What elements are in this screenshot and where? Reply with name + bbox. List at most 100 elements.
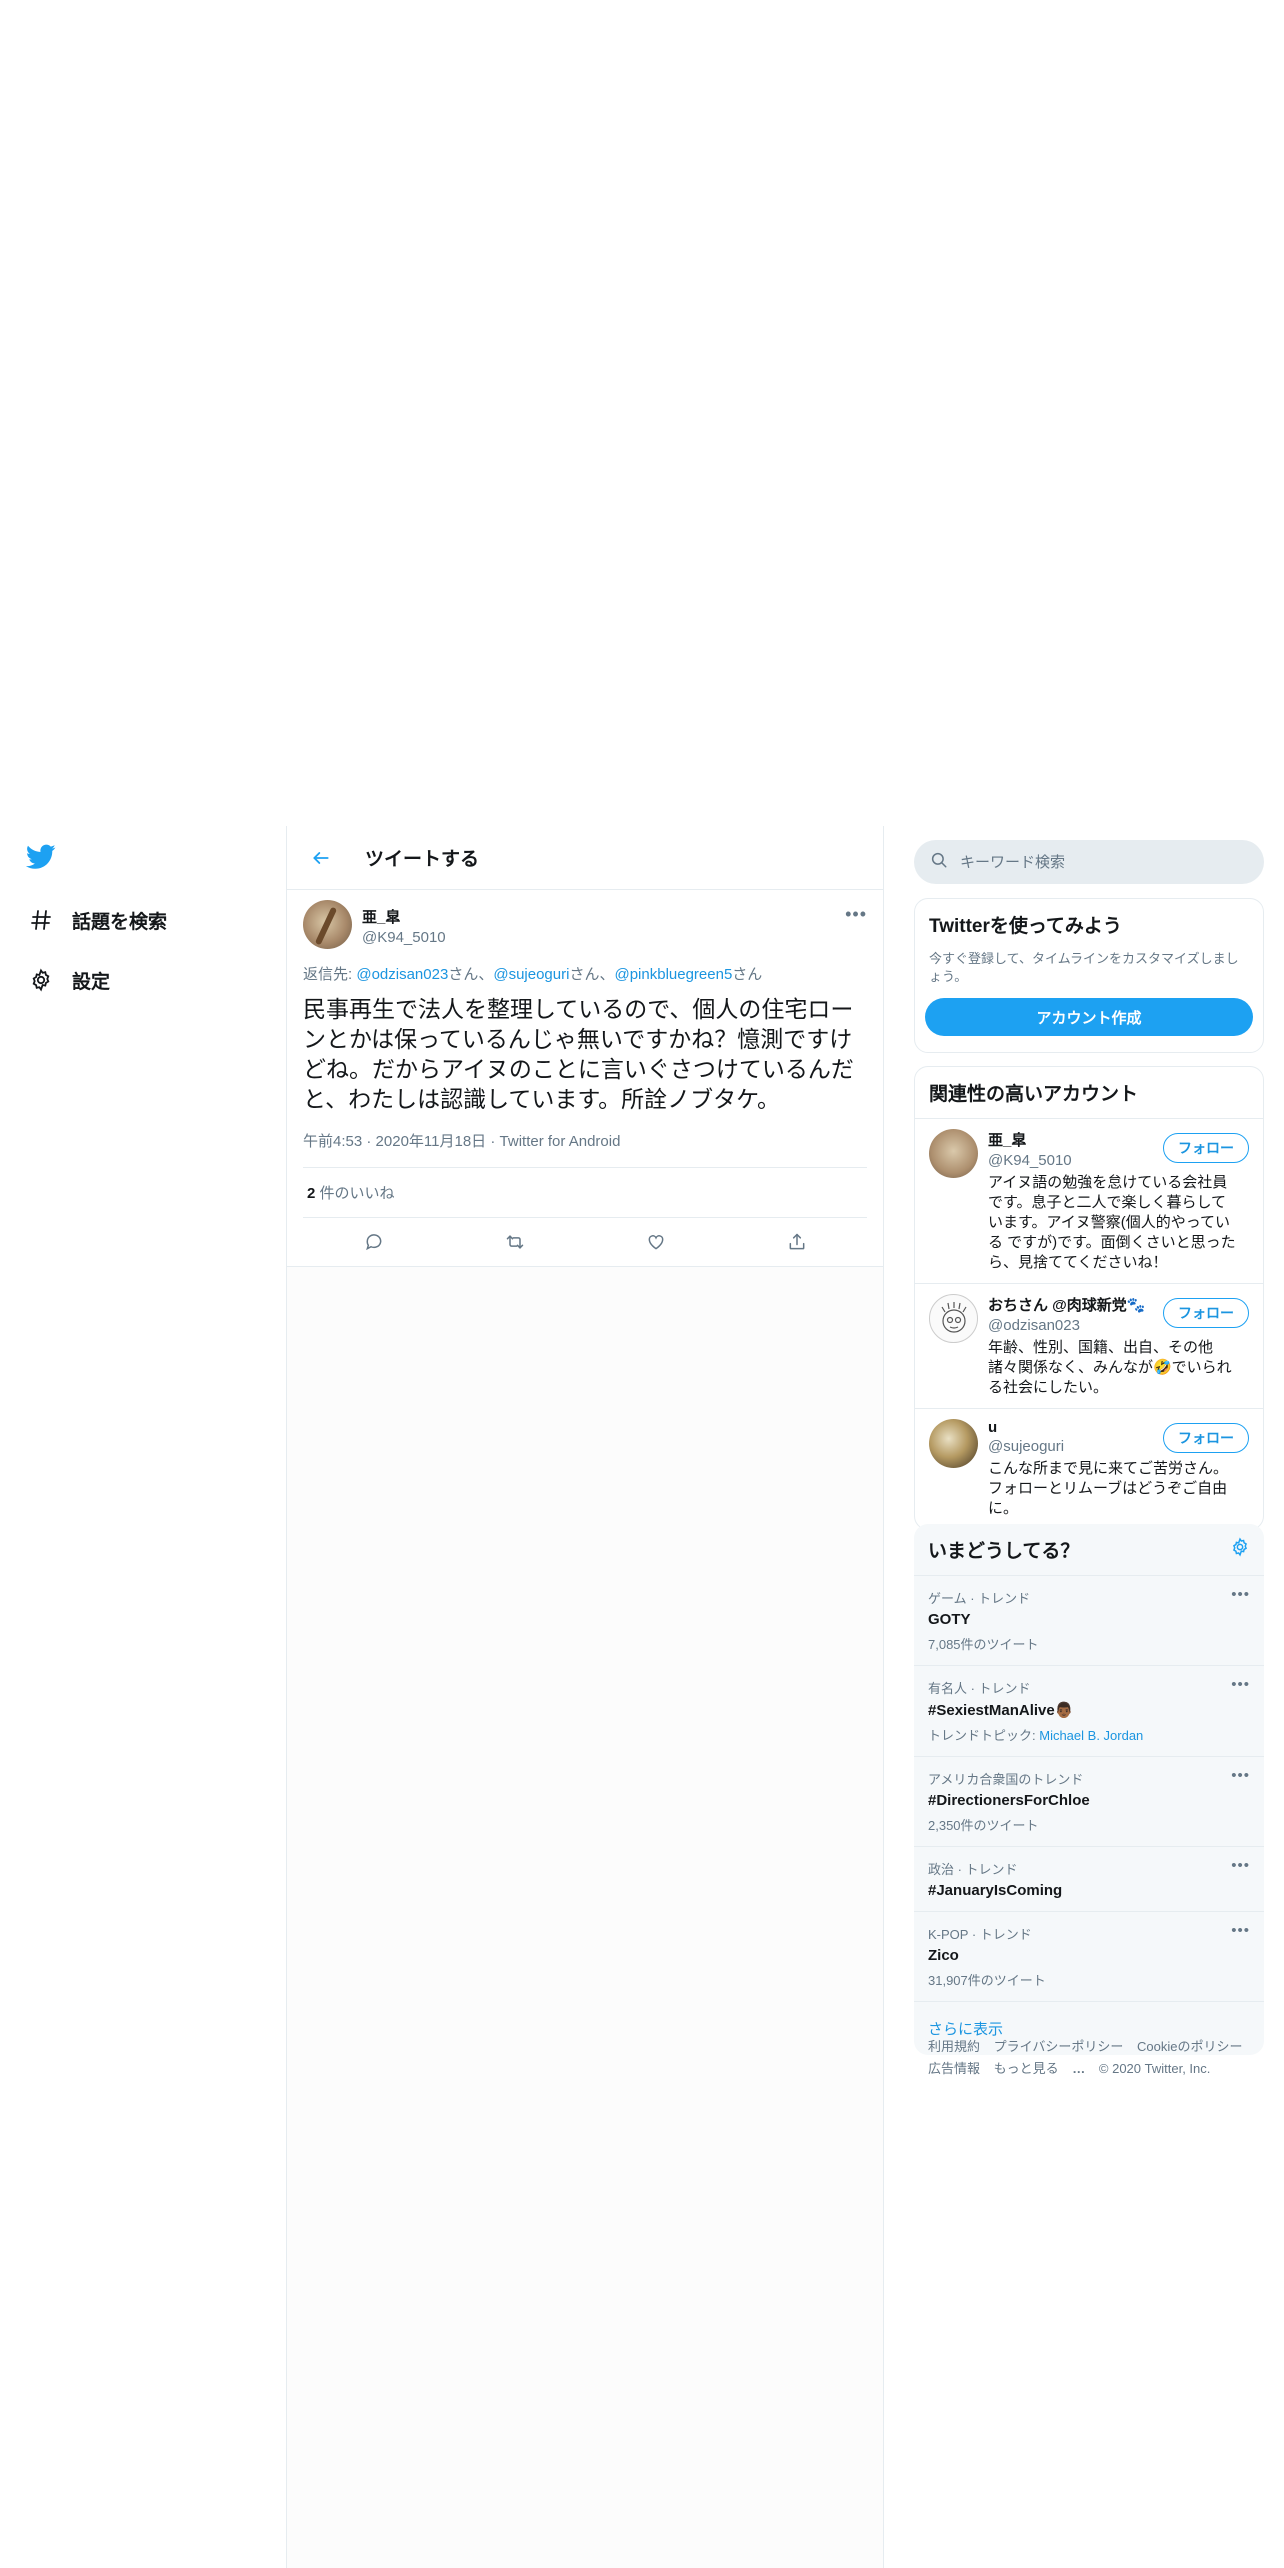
hashtag-icon bbox=[26, 905, 56, 935]
trends-panel: いまどうしてる？ ゲーム · トレンド GOTY 7,085件のツイート •••… bbox=[914, 1524, 1264, 2055]
signup-card: Twitterを使ってみよう 今すぐ登録して、タイムラインをカスタマイズしましょ… bbox=[914, 898, 1264, 1053]
account-row[interactable]: 亜_皐 @K94_5010 アイヌ語の勉強を怠けている会社員です。息子と二人で楽… bbox=[915, 1118, 1263, 1283]
mention-suffix: さん bbox=[569, 966, 600, 983]
nav-explore[interactable]: 話題を検索 bbox=[26, 896, 167, 944]
footer-link[interactable]: Cookieのポリシー bbox=[1137, 2039, 1242, 2054]
trend-count: 7,085件のツイート bbox=[928, 1637, 1039, 1652]
back-arrow-icon[interactable] bbox=[299, 836, 343, 880]
search-input[interactable] bbox=[960, 853, 1230, 871]
author-info[interactable]: 亜_皐 @K94_5010 bbox=[362, 900, 446, 946]
account-avatar[interactable] bbox=[929, 1129, 978, 1178]
trend-item[interactable]: 有名人 · トレンド #SexiestManAlive👨🏾 トレンドトピック: … bbox=[914, 1666, 1264, 1757]
trend-topic-prefix: トレンドトピック: bbox=[928, 1728, 1040, 1743]
trend-name: Zico bbox=[928, 1947, 959, 1964]
nav-settings-label: 設定 bbox=[72, 971, 111, 993]
retweet-icon[interactable] bbox=[495, 1222, 535, 1262]
tweet-text: 民事再生で法人を整理しているので、個人の住宅ローンとかは保っているんじゃ無いです… bbox=[303, 996, 854, 1112]
tweet-time[interactable]: 午前4:53 bbox=[303, 1133, 362, 1150]
account-bio: 年齢、性別、国籍、出自、その他諸々関係なく、みんなが🤣でいられる社会にしたい。 bbox=[988, 1339, 1232, 1396]
twitter-logo-icon[interactable] bbox=[25, 844, 66, 880]
trend-more-icon[interactable]: ••• bbox=[1231, 1586, 1250, 1603]
trend-context: 有名人 · トレンド bbox=[928, 1681, 1031, 1696]
trend-name: GOTY bbox=[928, 1611, 971, 1628]
tweet-actions bbox=[303, 1218, 867, 1266]
main-column: ツイートする 亜_皐 @K94_5010 ••• 返信先: @odzisan02… bbox=[286, 826, 884, 2568]
trend-context: 政治 · トレンド bbox=[928, 1862, 1018, 1877]
page-title: ツイートする bbox=[365, 849, 480, 870]
more-options-icon[interactable]: ••• bbox=[845, 904, 867, 925]
trend-context: K-POP · トレンド bbox=[928, 1927, 1032, 1942]
create-account-button[interactable]: アカウント作成 bbox=[925, 998, 1253, 1036]
follow-button[interactable]: フォロー bbox=[1163, 1423, 1249, 1453]
account-row[interactable]: おちさん @肉球新党🐾 @odzisan023 年齢、性別、国籍、出自、その他諸… bbox=[915, 1283, 1263, 1408]
footer-link[interactable]: 広告情報 bbox=[928, 2061, 980, 2076]
trend-item[interactable]: ゲーム · トレンド GOTY 7,085件のツイート ••• bbox=[914, 1576, 1264, 1666]
author-avatar[interactable] bbox=[303, 900, 352, 949]
reply-icon[interactable] bbox=[354, 1222, 394, 1262]
footer-more-link[interactable]: もっと見る … bbox=[994, 2061, 1086, 2076]
nav-explore-label: 話題を検索 bbox=[72, 911, 168, 933]
footer-more-label: もっと見る bbox=[993, 2061, 1059, 2076]
tweet-header: ツイートする bbox=[287, 826, 883, 890]
trend-topic: トレンドトピック: Michael B. Jordan bbox=[928, 1725, 1250, 1744]
follow-button[interactable]: フォロー bbox=[1163, 1133, 1249, 1163]
left-nav: 話題を検索 設定 bbox=[0, 826, 286, 2568]
account-bio: アイヌ語の勉強を怠けている会社員です。息子と二人で楽しく暮らしています。アイヌ警… bbox=[988, 1174, 1236, 1271]
trends-header: いまどうしてる？ bbox=[914, 1524, 1264, 1576]
tweet-detail: 亜_皐 @K94_5010 ••• 返信先: @odzisan023さん、@su… bbox=[287, 890, 883, 1267]
trend-more-icon[interactable]: ••• bbox=[1231, 1857, 1250, 1874]
trend-count: 31,907件のツイート bbox=[928, 1973, 1046, 1988]
trend-name: #DirectionersForChloe bbox=[928, 1792, 1090, 1809]
share-icon[interactable] bbox=[777, 1222, 817, 1262]
like-icon[interactable] bbox=[636, 1222, 676, 1262]
trend-more-icon[interactable]: ••• bbox=[1231, 1922, 1250, 1939]
signup-description: 今すぐ登録して、タイムラインをカスタマイズしましょう。 bbox=[929, 951, 1239, 984]
trend-count: 2,350件のツイート bbox=[928, 1818, 1039, 1833]
mention-link[interactable]: @sujeoguri bbox=[493, 966, 569, 983]
mention-suffix: さん bbox=[732, 966, 763, 983]
trend-context: アメリカ合衆国のトレンド bbox=[928, 1772, 1084, 1787]
gear-icon bbox=[26, 965, 56, 995]
trend-item[interactable]: アメリカ合衆国のトレンド #DirectionersForChloe 2,350… bbox=[914, 1757, 1264, 1847]
account-avatar[interactable] bbox=[929, 1419, 978, 1468]
trend-more-icon[interactable]: ••• bbox=[1231, 1676, 1250, 1693]
trends-settings-gear-icon[interactable] bbox=[1230, 1537, 1250, 1562]
likes-stat[interactable]: 2 件のいいね bbox=[303, 1168, 867, 1218]
account-avatar[interactable] bbox=[929, 1294, 978, 1343]
trend-item[interactable]: 政治 · トレンド #JanuaryIsComing ••• bbox=[914, 1847, 1264, 1912]
likes-label: 件のいいね bbox=[315, 1185, 395, 1202]
trend-topic-link[interactable]: Michael B. Jordan bbox=[1039, 1728, 1143, 1743]
mention-link[interactable]: @odzisan023 bbox=[356, 966, 448, 983]
tweet-meta: 午前4:53 · 2020年11月18日 · Twitter for Andro… bbox=[303, 1130, 867, 1168]
meta-separator: · bbox=[362, 1133, 376, 1150]
author-handle[interactable]: @K94_5010 bbox=[362, 929, 446, 946]
search-box[interactable] bbox=[914, 840, 1264, 884]
trend-item[interactable]: K-POP · トレンド Zico 31,907件のツイート ••• bbox=[914, 1912, 1264, 2002]
follow-button[interactable]: フォロー bbox=[1163, 1298, 1249, 1328]
replying-to: 返信先: @odzisan023さん、@sujeoguriさん、@pinkblu… bbox=[303, 963, 867, 984]
trend-name: #JanuaryIsComing bbox=[928, 1882, 1063, 1899]
tweet-author-row: 亜_皐 @K94_5010 bbox=[303, 900, 867, 949]
tweet-date[interactable]: 2020年11月18日 bbox=[376, 1133, 487, 1150]
footer-link[interactable]: 利用規約 bbox=[928, 2039, 980, 2054]
mention-link[interactable]: @pinkbluegreen5 bbox=[614, 966, 732, 983]
footer-link[interactable]: プライバシーポリシー bbox=[994, 2039, 1124, 2054]
tweet-source[interactable]: Twitter for Android bbox=[500, 1133, 621, 1150]
app-container: 話題を検索 設定 ツイートする 亜_皐 @K94_5010 ••• 返信先: @… bbox=[0, 826, 1284, 2568]
account-row[interactable]: u @sujeoguri こんな所まで見に来てご苦労さん。フォローとリムーブはど… bbox=[915, 1408, 1263, 1529]
trends-title: いまどうしてる？ bbox=[928, 1541, 1080, 1562]
trend-name: #SexiestManAlive👨🏾 bbox=[928, 1702, 1074, 1719]
trend-more-icon[interactable]: ••• bbox=[1231, 1767, 1250, 1784]
nav-settings[interactable]: 設定 bbox=[26, 956, 110, 1004]
related-title: 関連性の高いアカウント bbox=[929, 1084, 1139, 1105]
footer-copyright: © 2020 Twitter, Inc. bbox=[1098, 2061, 1211, 2076]
signup-title: Twitterを使ってみよう bbox=[929, 916, 1122, 937]
top-blank-area bbox=[0, 0, 1284, 826]
trend-context: ゲーム · トレンド bbox=[928, 1591, 1031, 1606]
author-name[interactable]: 亜_皐 bbox=[362, 906, 446, 927]
footer-links: 利用規約 プライバシーポリシー Cookieのポリシー 広告情報 もっと見る …… bbox=[928, 2036, 1258, 2080]
search-icon bbox=[930, 851, 948, 874]
more-dots-icon: … bbox=[1072, 2061, 1086, 2076]
mention-suffix: さん bbox=[448, 966, 479, 983]
account-bio: こんな所まで見に来てご苦労さん。フォローとリムーブはどうぞご自由に。 bbox=[988, 1460, 1229, 1517]
